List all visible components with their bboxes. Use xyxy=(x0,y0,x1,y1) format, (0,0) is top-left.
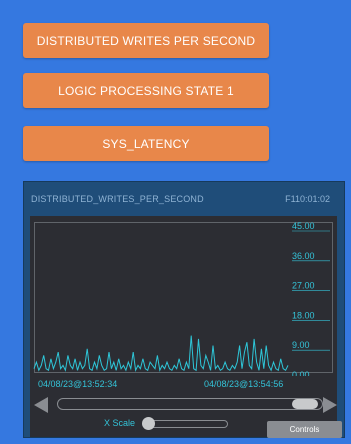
panel-id: F110:01:02 xyxy=(285,194,330,204)
y-tick-label: 18.00 xyxy=(292,310,315,320)
scroll-left-arrow-icon[interactable] xyxy=(34,397,48,413)
distributed-writes-button[interactable]: DISTRIBUTED WRITES PER SECOND xyxy=(23,23,269,58)
y-tick-label: 0.00 xyxy=(292,370,310,376)
scrollbar-thumb[interactable] xyxy=(292,399,318,409)
series-line xyxy=(33,335,289,373)
scroll-right-arrow-icon[interactable] xyxy=(323,397,337,413)
y-tick-label: 45.00 xyxy=(292,221,315,231)
y-tick-label: 27.00 xyxy=(292,281,315,291)
logic-processing-button[interactable]: LOGIC PROCESSING STATE 1 xyxy=(23,73,269,108)
x-scale-label: X Scale xyxy=(104,418,136,428)
plot-frame xyxy=(34,222,333,373)
sys-latency-button[interactable]: SYS_LATENCY xyxy=(23,126,269,161)
chart-panel: DISTRIBUTED_WRITES_PER_SECOND F110:01:02… xyxy=(23,181,345,438)
line-chart: 45.00 36.00 27.00 18.00 9.00 0.00 xyxy=(33,221,333,381)
y-tick-label: 36.00 xyxy=(292,251,315,261)
x-scale-slider-knob[interactable] xyxy=(142,417,155,430)
timestamp-start: 04/08/23@13:52:34 xyxy=(38,379,118,389)
y-tick-label: 9.00 xyxy=(292,340,310,350)
controls-button[interactable]: Controls xyxy=(267,421,342,438)
timestamp-end: 04/08/23@13:54:56 xyxy=(204,379,284,389)
scrollbar-track[interactable] xyxy=(57,398,323,410)
x-scale-slider-track[interactable] xyxy=(144,420,228,428)
panel-title: DISTRIBUTED_WRITES_PER_SECOND xyxy=(31,194,204,204)
